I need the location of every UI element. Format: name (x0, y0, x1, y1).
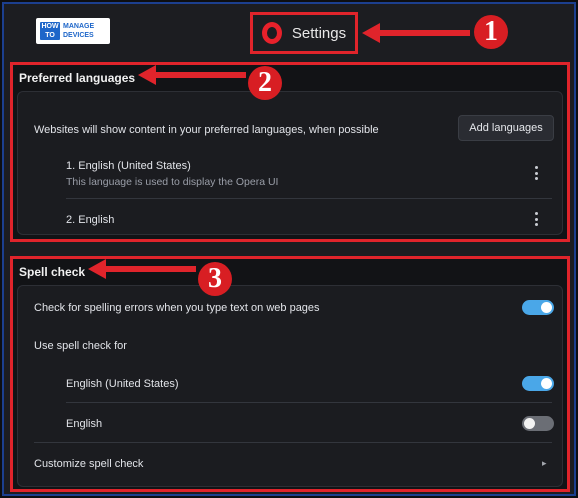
spell-check-card: Check for spelling errors when you type … (17, 285, 563, 487)
divider (34, 442, 552, 443)
annotation-arrow-1 (362, 23, 470, 43)
use-spell-check-for-label: Use spell check for (34, 340, 127, 352)
spell-language-toggle-en[interactable] (522, 416, 554, 431)
how-to-manage-devices-logo: HOW TO MANAGE DEVICES (36, 18, 110, 44)
divider (66, 198, 552, 199)
spell-language-label: English (66, 418, 103, 430)
spell-check-section: Spell check Check for spelling errors wh… (10, 256, 570, 492)
spell-language-label: English (United States) (66, 378, 179, 390)
spell-check-toggle[interactable] (522, 300, 554, 315)
language-sublabel: This language is used to display the Ope… (66, 176, 279, 188)
add-languages-button[interactable]: Add languages (458, 115, 554, 141)
language-label: 2. English (66, 214, 115, 226)
chevron-right-icon: ▸ (542, 458, 547, 468)
annotation-badge-2: 2 (248, 66, 282, 100)
section-title-preferred-languages: Preferred languages (19, 71, 136, 85)
spell-check-toggle-label: Check for spelling errors when you type … (34, 302, 320, 314)
logo-how-to: HOW TO (40, 22, 60, 40)
logo-brand: MANAGE DEVICES (63, 22, 94, 40)
annotation-badge-3: 3 (198, 262, 232, 296)
languages-card: Websites will show content in your prefe… (17, 91, 563, 235)
settings-header: Settings (250, 12, 358, 54)
more-options-icon[interactable] (534, 212, 538, 226)
languages-description: Websites will show content in your prefe… (34, 124, 379, 136)
preferred-languages-section: Preferred languages Websites will show c… (10, 62, 570, 242)
annotation-arrow-2 (138, 65, 246, 85)
logo-line-manage: MANAGE (63, 23, 95, 30)
divider (66, 402, 552, 403)
section-title-spell-check: Spell check (19, 265, 86, 279)
language-label: 1. English (United States) (66, 160, 191, 172)
opera-logo-icon (261, 22, 282, 44)
more-options-icon[interactable] (534, 166, 538, 180)
annotation-arrow-3 (88, 259, 196, 279)
page-title: Settings (291, 24, 347, 42)
annotation-badge-1: 1 (474, 15, 508, 49)
customize-spell-check-label: Customize spell check (34, 458, 144, 470)
logo-line-devices: DEVICES (63, 32, 94, 39)
spell-language-toggle-en-us[interactable] (522, 376, 554, 391)
